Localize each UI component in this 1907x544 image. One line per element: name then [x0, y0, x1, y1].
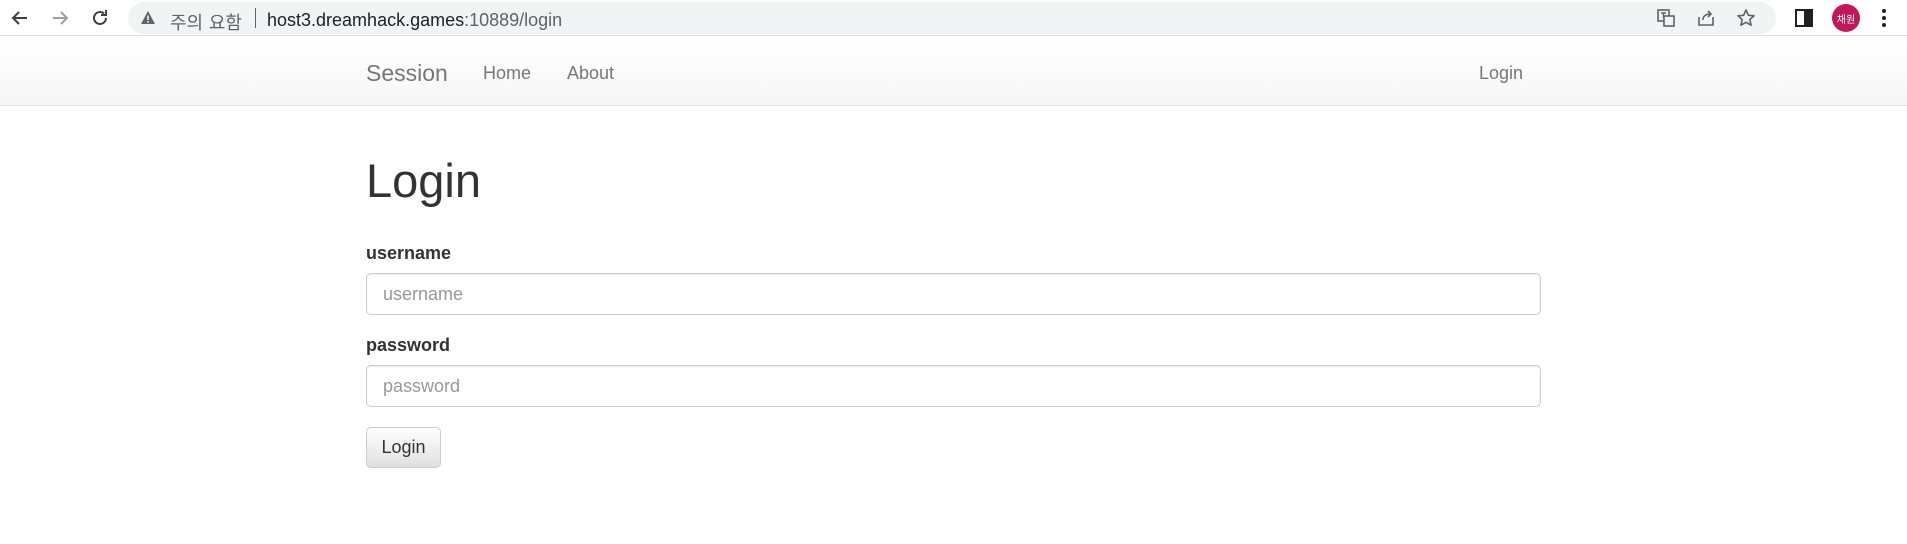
username-label: username [366, 243, 452, 263]
url-host: host3.dreamhack.games [267, 10, 465, 30]
translate-icon[interactable] [1656, 8, 1676, 28]
url-text[interactable]: host3.dreamhack.games:10889/login [267, 10, 562, 31]
share-icon[interactable] [1696, 8, 1716, 28]
more-icon[interactable] [1874, 6, 1894, 30]
divider [255, 8, 256, 28]
profile-avatar[interactable]: 채원 [1832, 4, 1860, 32]
security-label[interactable]: 주의 요함 [170, 9, 242, 35]
nav-link-home[interactable]: Home [483, 63, 531, 84]
nav-link-login[interactable]: Login [1479, 63, 1523, 84]
password-input[interactable] [366, 365, 1541, 407]
warning-icon[interactable] [140, 10, 156, 31]
back-icon[interactable] [6, 4, 34, 32]
site-navbar: Session Home About Login [0, 42, 1907, 106]
password-label: password [366, 335, 451, 355]
star-icon[interactable] [1736, 8, 1756, 28]
username-input[interactable] [366, 273, 1541, 315]
address-bar[interactable]: 주의 요함 host3.dreamhack.games:10889/login [128, 2, 1776, 34]
browser-toolbar: 주의 요함 host3.dreamhack.games:10889/login … [0, 0, 1907, 36]
reload-icon[interactable] [86, 4, 114, 32]
navbar-brand[interactable]: Session [366, 60, 448, 87]
url-path: :10889/login [464, 10, 563, 30]
login-button[interactable]: Login [366, 427, 441, 468]
forward-icon[interactable] [46, 4, 74, 32]
side-panel-icon[interactable] [1794, 8, 1814, 33]
nav-link-about[interactable]: About [567, 63, 614, 84]
page-title: Login [366, 154, 481, 207]
